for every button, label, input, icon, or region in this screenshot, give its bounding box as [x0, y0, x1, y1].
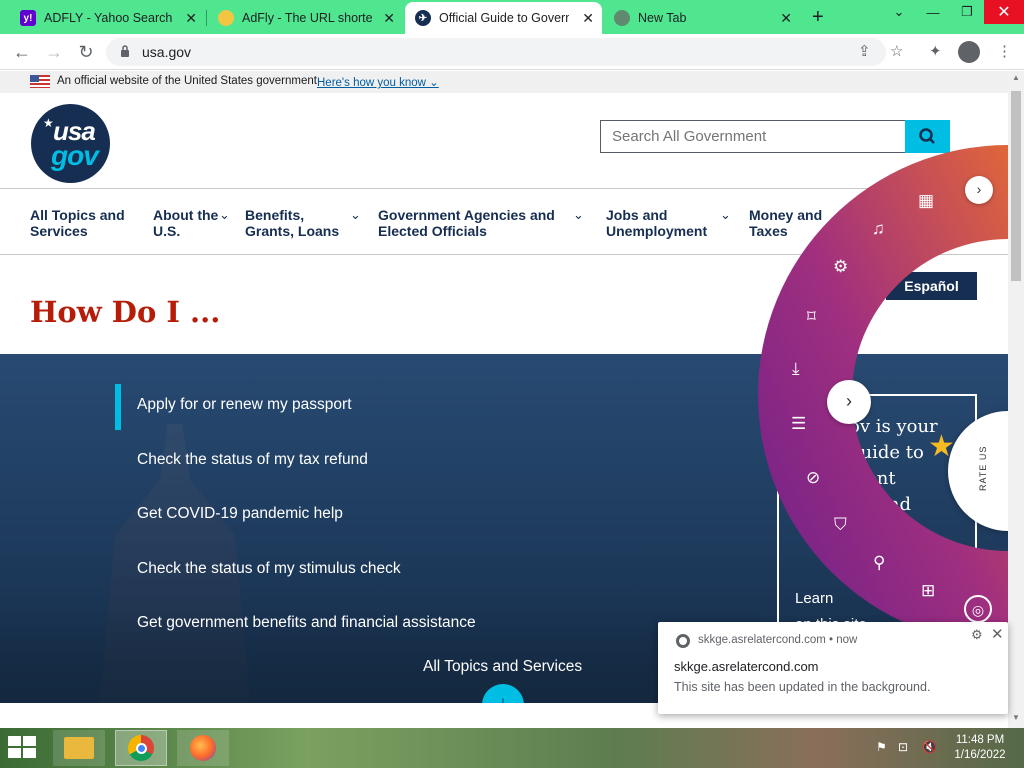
hero-link-covid[interactable]: Get COVID-19 pandemic help — [137, 505, 343, 523]
all-topics-link[interactable]: All Topics and Services — [423, 658, 582, 676]
clock-time: 11:48 PM — [955, 734, 1005, 746]
close-tab-icon[interactable]: ✕ — [185, 10, 197, 27]
back-button[interactable]: ← — [10, 40, 34, 64]
shield-icon[interactable]: ⛉ — [834, 515, 847, 535]
address-bar[interactable]: usa.gov — [106, 38, 886, 66]
bookmark-star-icon[interactable]: ☆ — [890, 42, 903, 60]
tab-yahoo-search[interactable]: y! ADFLY - Yahoo Search Re ✕ — [10, 2, 205, 34]
page-scrollbar[interactable]: ▲ ▼ — [1008, 71, 1024, 728]
url-text[interactable]: usa.gov — [142, 44, 191, 60]
official-gov-banner: An official website of the United States… — [0, 71, 1008, 93]
share-icon[interactable]: ⇪ — [858, 42, 871, 60]
menu-icon[interactable]: ⋮ — [997, 42, 1012, 60]
notification-origin: skkge.asrelatercond.com • now — [698, 634, 858, 646]
nav-benefits[interactable]: Benefits, Grants, Loans ⌄ — [245, 207, 361, 239]
nav-gov-agencies[interactable]: Government Agencies and Elected Official… — [378, 207, 584, 239]
yahoo-icon: y! — [20, 10, 36, 26]
heres-how-you-know-link[interactable]: Here's how you know ⌄ — [317, 75, 439, 89]
system-clock[interactable]: 11:48 PM 1/16/2022 — [950, 733, 1010, 763]
apps-grid-icon[interactable]: ▦ — [918, 191, 934, 211]
push-notification[interactable]: skkge.asrelatercond.com • now ⚙ ✕ skkge.… — [658, 622, 1008, 714]
notification-title: skkge.asrelatercond.com — [674, 659, 819, 674]
hidden-eye-icon[interactable]: ⊘ — [806, 468, 820, 488]
tab-title: ADFLY - Yahoo Search Re — [44, 11, 174, 25]
chevron-down-icon: ⌄ — [720, 207, 731, 222]
tab-title: Official Guide to Governme — [439, 11, 569, 25]
music-note-icon[interactable]: ♫ — [872, 219, 885, 239]
chrome-icon — [676, 634, 690, 648]
chevron-down-icon: ⌄ — [573, 207, 584, 222]
notification-settings-icon[interactable]: ⚙ — [971, 627, 983, 643]
close-tab-icon[interactable]: ✕ — [383, 10, 395, 27]
active-link-accent — [115, 384, 121, 430]
page-title: How Do I ... — [30, 295, 221, 329]
chevron-down-icon: ⌄ — [350, 207, 361, 222]
us-flag-icon — [30, 75, 50, 88]
scrollbar-thumb[interactable] — [1011, 91, 1021, 281]
firefox-icon[interactable] — [177, 730, 229, 766]
minimize-button[interactable]: — — [916, 0, 950, 24]
close-window-button[interactable]: ✕ — [984, 0, 1024, 24]
windows-taskbar: ⚑ ⊡ 🔇 11:48 PM 1/16/2022 — [0, 728, 1024, 768]
volume-muted-icon[interactable]: 🔇 — [922, 740, 937, 754]
extensions-icon[interactable]: ✦ — [929, 42, 942, 60]
reload-button[interactable]: ↻ — [74, 40, 98, 64]
profile-avatar[interactable] — [958, 41, 980, 63]
tab-title: New Tab — [638, 11, 687, 25]
storage-icon[interactable]: ☰ — [791, 414, 806, 434]
notification-body: This site has been updated in the backgr… — [674, 680, 931, 694]
hero-link-benefits[interactable]: Get government benefits and financial as… — [137, 614, 476, 632]
lock-icon[interactable] — [120, 45, 130, 57]
logo-line-gov: gov — [51, 140, 99, 171]
rating-stars-icon: ★ — [928, 430, 955, 463]
tab-search-icon[interactable]: ⌄ — [882, 0, 916, 24]
target-icon[interactable]: ◎ — [964, 595, 992, 623]
chevron-right-icon[interactable]: › — [965, 176, 993, 204]
chevron-down-icon: ⌄ — [219, 207, 230, 222]
tab-new-tab[interactable]: New Tab ✕ — [604, 2, 800, 34]
magnifier-icon[interactable]: ⚲ — [873, 553, 885, 573]
hero-link-passport[interactable]: Apply for or renew my passport — [137, 396, 352, 414]
close-tab-icon[interactable]: ✕ — [780, 10, 792, 27]
rate-us-label: RATE US — [978, 445, 988, 491]
browser-toolbar: ← → ↻ usa.gov ⇪ ☆ ✦ ⋮ — [0, 34, 1024, 70]
network-icon[interactable]: ⊡ — [898, 740, 908, 754]
usagov-icon: ✈ — [415, 10, 431, 26]
adfly-icon — [218, 10, 234, 26]
hero-link-stimulus[interactable]: Check the status of my stimulus check — [137, 560, 401, 578]
close-tab-icon[interactable]: ✕ — [582, 10, 594, 27]
forward-button[interactable]: → — [42, 40, 66, 64]
notification-close-icon[interactable]: ✕ — [991, 625, 1004, 643]
tab-title: AdFly - The URL shortene — [242, 11, 372, 25]
nav-about-us[interactable]: About the U.S. ⌄ — [153, 207, 230, 239]
action-center-flag-icon[interactable]: ⚑ — [876, 740, 887, 754]
bookmark-icon[interactable]: ⌑ — [807, 307, 816, 327]
hero-link-tax-refund[interactable]: Check the status of my tax refund — [137, 451, 368, 469]
settings-gear-icon[interactable]: ⚙ — [833, 257, 848, 277]
chrome-taskbar-icon[interactable] — [115, 730, 167, 766]
usagov-logo[interactable]: ★ usa gov — [31, 104, 110, 183]
download-icon[interactable]: ⤓ — [792, 359, 800, 379]
nav-jobs[interactable]: Jobs and Unemployment ⌄ — [606, 207, 731, 239]
browser-tab-bar: y! ADFLY - Yahoo Search Re ✕ AdFly - The… — [0, 0, 1024, 34]
windows-start-icon[interactable] — [8, 736, 38, 760]
folder-add-icon[interactable]: ⊞ — [921, 581, 935, 601]
tab-adfly[interactable]: AdFly - The URL shortene ✕ — [208, 2, 403, 34]
tab-usagov[interactable]: ✈ Official Guide to Governme ✕ — [405, 2, 602, 34]
nav-all-topics[interactable]: All Topics and Services — [30, 207, 130, 239]
chevron-right-icon[interactable]: › — [827, 380, 871, 424]
restore-button[interactable]: ❐ — [950, 0, 984, 24]
file-explorer-icon[interactable] — [53, 730, 105, 766]
gov-banner-text: An official website of the United States… — [57, 75, 317, 87]
clock-date: 1/16/2022 — [954, 749, 1006, 761]
globe-icon — [614, 10, 630, 26]
window-controls: ⌄ — ❐ ✕ — [882, 0, 1024, 30]
new-tab-button[interactable]: + — [812, 6, 824, 29]
